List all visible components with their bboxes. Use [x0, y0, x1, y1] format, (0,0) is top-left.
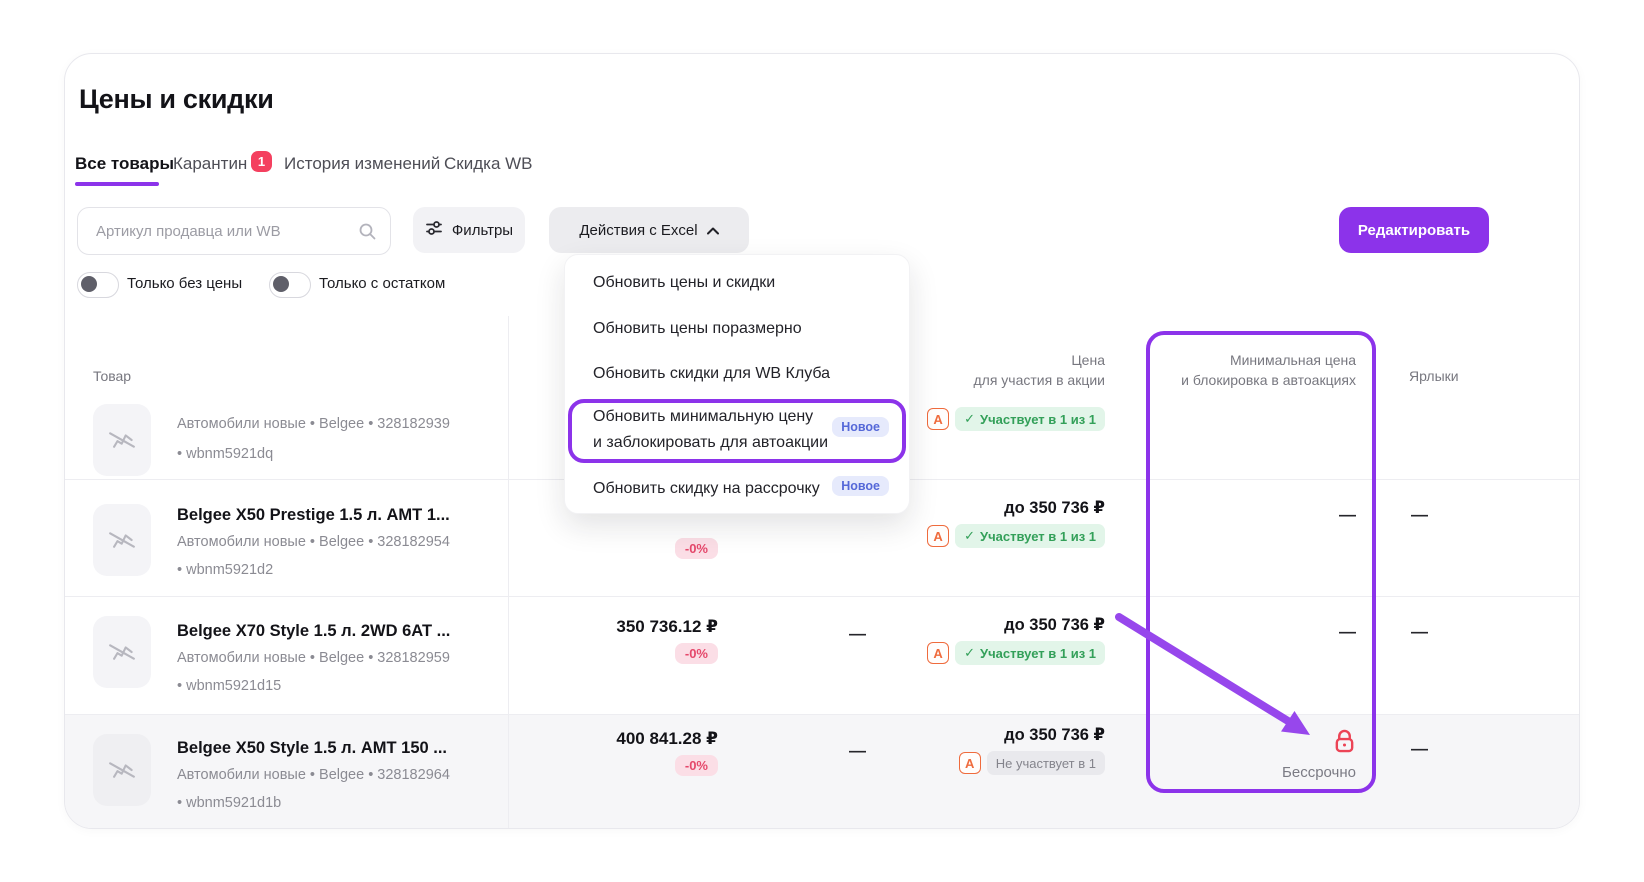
product-info: Автомобили новые • Belgee • 328182939	[177, 416, 450, 432]
screen: Цены и скидки Все товары Карантин 1 Исто…	[0, 0, 1644, 882]
product-info: • wbnm5921d1b	[177, 795, 281, 811]
product-info: • wbnm5921d15	[177, 678, 281, 694]
min-price-cell: —	[1339, 622, 1356, 642]
menu-item-update-prices-by-size[interactable]: Обновить цены поразмерно	[593, 319, 802, 339]
discount-badge: -0%	[675, 755, 718, 776]
no-image-icon	[105, 635, 139, 669]
discount-badge: -0%	[675, 538, 718, 559]
no-image-icon	[105, 423, 139, 457]
product-thumbnail	[93, 404, 151, 476]
promo-a-icon: А	[927, 408, 949, 430]
price-cell: -0%	[675, 532, 718, 559]
menu-item-update-wb-club-discounts[interactable]: Обновить скидки для WB Клуба	[593, 364, 830, 384]
product-name: Belgee X50 Style 1.5 л. АМТ 150 ...	[177, 739, 447, 758]
promo-a-icon: А	[927, 525, 949, 547]
product-thumbnail	[93, 734, 151, 806]
product-info: • wbnm5921d2	[177, 562, 273, 578]
product-name: Belgee X70 Style 1.5 л. 2WD 6AT ...	[177, 622, 450, 641]
filters-icon	[425, 219, 443, 241]
column-header-product: Товар	[93, 366, 131, 386]
column-header-min-price: Минимальная цена и блокировка в автоакци…	[1181, 350, 1356, 390]
chevron-up-icon	[707, 222, 719, 239]
promo-status-badge: ✓ Участвует в 1 из 1	[955, 641, 1105, 665]
check-icon: ✓	[964, 411, 975, 427]
min-price-lock-cell: Бессрочно	[1282, 728, 1356, 781]
club-price-cell: —	[849, 624, 866, 644]
price-cell: 400 841.28 ₽ -0%	[616, 729, 718, 776]
page-title: Цены и скидки	[79, 84, 274, 115]
new-badge: Новое	[832, 476, 889, 496]
toggle-no-price-label: Только без цены	[127, 275, 242, 292]
promo-status-badge: Не участвует в 1	[987, 751, 1105, 775]
edit-button[interactable]: Редактировать	[1339, 207, 1489, 253]
search-icon	[358, 222, 376, 240]
row-divider	[65, 596, 1579, 597]
excel-actions-menu: Обновить цены и скидки Обновить цены пор…	[564, 254, 910, 514]
excel-actions-button[interactable]: Действия с Excel	[549, 207, 749, 253]
search-input[interactable]	[94, 208, 348, 254]
tab-all-products[interactable]: Все товары	[75, 154, 174, 174]
promo-a-icon: А	[927, 642, 949, 664]
column-header-labels: Ярлыки	[1409, 366, 1459, 386]
no-image-icon	[105, 753, 139, 787]
filters-button-label: Фильтры	[452, 222, 513, 239]
column-divider	[508, 316, 509, 828]
product-info: Автомобили новые • Belgee • 328182954	[177, 534, 450, 550]
promo-price: до 350 736 ₽	[1004, 615, 1105, 635]
promo-status-cell: А ✓ Участвует в 1 из 1	[927, 407, 1105, 431]
promo-status-badge: ✓ Участвует в 1 из 1	[955, 524, 1105, 548]
promo-price-cell: до 350 736 ₽ А Не участвует в 1	[959, 725, 1105, 775]
menu-item-update-installment-discount[interactable]: Обновить скидку на рассрочку	[593, 479, 820, 499]
column-header-promo-price: Цена для участия в акции	[974, 350, 1106, 390]
row-divider	[65, 714, 1579, 715]
toggle-knob	[273, 276, 289, 292]
promo-price-cell: до 350 736 ₽ А ✓ Участвует в 1 из 1	[927, 498, 1105, 548]
discount-badge: -0%	[675, 643, 718, 664]
no-image-icon	[105, 523, 139, 557]
product-info: Автомобили новые • Belgee • 328182964	[177, 767, 450, 783]
promo-a-icon: А	[959, 752, 981, 774]
prices-and-discounts-card: Цены и скидки Все товары Карантин 1 Исто…	[64, 53, 1580, 829]
menu-item-update-min-price[interactable]: Обновить минимальную цену	[593, 407, 813, 427]
menu-item-update-min-price-line2[interactable]: и заблокировать для автоакции	[593, 433, 828, 453]
excel-actions-label: Действия с Excel	[579, 222, 697, 239]
promo-price: до 350 736 ₽	[1004, 498, 1105, 518]
search-field[interactable]	[77, 207, 391, 255]
toggle-in-stock-label: Только с остатком	[319, 275, 445, 292]
edit-button-label: Редактировать	[1358, 222, 1470, 239]
product-name: Belgee X50 Prestige 1.5 л. АМТ 1...	[177, 506, 450, 525]
club-price-cell: —	[849, 741, 866, 761]
toggle-in-stock[interactable]	[269, 272, 311, 298]
labels-cell: —	[1411, 505, 1428, 525]
menu-item-update-prices-discounts[interactable]: Обновить цены и скидки	[593, 273, 775, 293]
price-cell: 350 736.12 ₽ -0%	[616, 617, 718, 664]
promo-price-cell: до 350 736 ₽ А ✓ Участвует в 1 из 1	[927, 615, 1105, 665]
lock-duration-label: Бессрочно	[1282, 764, 1356, 781]
product-thumbnail	[93, 504, 151, 576]
filters-button[interactable]: Фильтры	[413, 207, 525, 253]
check-icon: ✓	[964, 528, 975, 544]
toggle-knob	[81, 276, 97, 292]
labels-cell: —	[1411, 739, 1428, 759]
product-info: Автомобили новые • Belgee • 328182959	[177, 650, 450, 666]
quarantine-count-badge: 1	[251, 151, 272, 172]
active-tab-underline	[75, 182, 159, 186]
new-badge: Новое	[832, 417, 889, 437]
tab-quarantine[interactable]: Карантин	[173, 154, 247, 174]
current-price: 350 736.12 ₽	[616, 617, 718, 637]
tab-wb-discount[interactable]: Скидка WB	[444, 154, 533, 174]
current-price: 400 841.28 ₽	[616, 729, 718, 749]
product-thumbnail	[93, 616, 151, 688]
tab-change-history[interactable]: История изменений	[284, 154, 440, 174]
promo-price: до 350 736 ₽	[1004, 725, 1105, 745]
labels-cell: —	[1411, 622, 1428, 642]
lock-icon	[1333, 728, 1356, 759]
min-price-cell: —	[1339, 505, 1356, 525]
toggle-no-price[interactable]	[77, 272, 119, 298]
product-info: • wbnm5921dq	[177, 446, 273, 462]
check-icon: ✓	[964, 645, 975, 661]
promo-status-badge: ✓ Участвует в 1 из 1	[955, 407, 1105, 431]
